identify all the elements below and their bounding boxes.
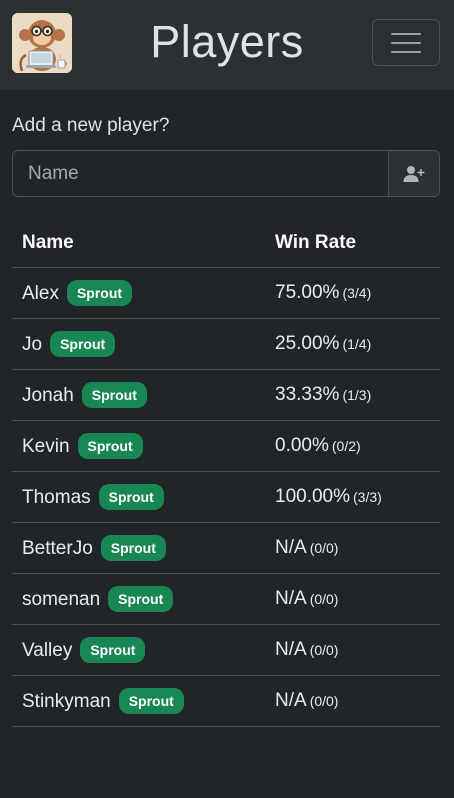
add-player-label: Add a new player? (12, 115, 170, 136)
win-rate-cell: N/A (0/0) (265, 624, 440, 676)
win-loss-record: (1/4) (342, 336, 372, 352)
win-rate-cell: 33.33% (1/3) (265, 369, 440, 421)
add-player-form (12, 150, 440, 197)
player-name-cell: Valley Sprout (12, 624, 265, 676)
table-row[interactable]: Thomas Sprout 100.00% (3/3) (12, 471, 440, 523)
table-row[interactable]: Valley Sprout N/A (0/0) (12, 624, 440, 676)
player-name: BetterJo (22, 538, 93, 559)
add-player-button[interactable] (388, 151, 439, 196)
win-rate-cell: N/A (0/0) (265, 675, 440, 727)
win-rate-cell: N/A (0/0) (265, 573, 440, 625)
player-name-cell: Kevin Sprout (12, 420, 265, 472)
win-rate-value: 75.00% (275, 282, 340, 303)
win-loss-record: (0/0) (309, 693, 339, 709)
player-name-input[interactable] (13, 151, 388, 196)
hamburger-menu-button[interactable] (372, 19, 440, 66)
win-loss-record: (3/3) (353, 489, 382, 505)
rank-badge: Sprout (108, 586, 174, 612)
win-rate-value: N/A (275, 537, 307, 558)
rank-badge: Sprout (100, 535, 166, 561)
win-rate-value: 25.00% (275, 333, 340, 354)
win-rate-value: 33.33% (275, 384, 340, 405)
win-rate-value: N/A (275, 639, 307, 660)
table-row[interactable]: Stinkyman Sprout N/A (0/0) (12, 675, 440, 727)
rank-badge: Sprout (80, 637, 146, 663)
win-loss-record: (0/0) (309, 591, 339, 607)
add-user-icon (403, 165, 425, 182)
column-header-win-rate[interactable]: Win Rate (265, 218, 440, 268)
player-name: Alex (22, 283, 59, 304)
table-row[interactable]: Jo Sprout 25.00% (1/4) (12, 318, 440, 370)
rank-badge: Sprout (77, 433, 143, 459)
column-header-name[interactable]: Name (12, 218, 265, 268)
win-rate-cell: 25.00% (1/4) (265, 318, 440, 370)
table-row[interactable]: Kevin Sprout 0.00% (0/2) (12, 420, 440, 472)
player-name: Thomas (22, 487, 91, 508)
table-row[interactable]: BetterJo Sprout N/A (0/0) (12, 522, 440, 574)
rank-badge: Sprout (50, 331, 116, 357)
hamburger-menu-icon (391, 33, 421, 35)
win-rate-cell: 75.00% (3/4) (265, 267, 440, 319)
player-name-cell: Jonah Sprout (12, 369, 265, 421)
table-row[interactable]: somenan Sprout N/A (0/0) (12, 573, 440, 625)
win-loss-record: (3/4) (342, 285, 372, 301)
hamburger-menu-icon-bar (391, 51, 421, 53)
table-row[interactable]: Jonah Sprout 33.33% (1/3) (12, 369, 440, 421)
win-rate-value: N/A (275, 588, 307, 609)
player-name: Kevin (22, 436, 70, 457)
player-name-cell: Thomas Sprout (12, 471, 265, 523)
table-header-row: Name Win Rate (12, 218, 440, 268)
player-name-cell: Jo Sprout (12, 318, 265, 370)
players-table: Name Win Rate Alex Sprout 75.00% (3/4) Jo Spr… (12, 218, 440, 727)
hamburger-menu-icon-bar (391, 42, 421, 44)
win-loss-record: (0/2) (331, 438, 361, 454)
win-rate-value: 100.00% (275, 486, 351, 507)
win-rate-cell: N/A (0/0) (265, 522, 440, 574)
player-name: Stinkyman (22, 691, 111, 712)
player-name-cell: somenan Sprout (12, 573, 265, 625)
win-loss-record: (0/0) (309, 540, 339, 556)
rank-badge: Sprout (66, 280, 133, 306)
navbar: Players (0, 0, 454, 90)
player-name-cell: Stinkyman Sprout (12, 675, 265, 727)
win-loss-record: (0/0) (309, 642, 339, 658)
win-rate-value: N/A (275, 690, 307, 711)
win-loss-record: (1/3) (342, 387, 372, 403)
win-rate-cell: 100.00% (3/3) (265, 471, 440, 523)
player-name: Jonah (22, 385, 74, 406)
rank-badge: Sprout (98, 484, 164, 510)
player-name-cell: Alex Sprout (12, 267, 265, 319)
player-name: Jo (22, 334, 43, 355)
rank-badge: Sprout (118, 688, 184, 714)
player-name: somenan (22, 589, 101, 610)
win-rate-value: 0.00% (275, 435, 329, 456)
player-name: Valley (22, 640, 73, 661)
rank-badge: Sprout (81, 382, 147, 408)
table-row[interactable]: Alex Sprout 75.00% (3/4) (12, 267, 440, 319)
win-rate-cell: 0.00% (0/2) (265, 420, 440, 472)
player-name-cell: BetterJo Sprout (12, 522, 265, 574)
